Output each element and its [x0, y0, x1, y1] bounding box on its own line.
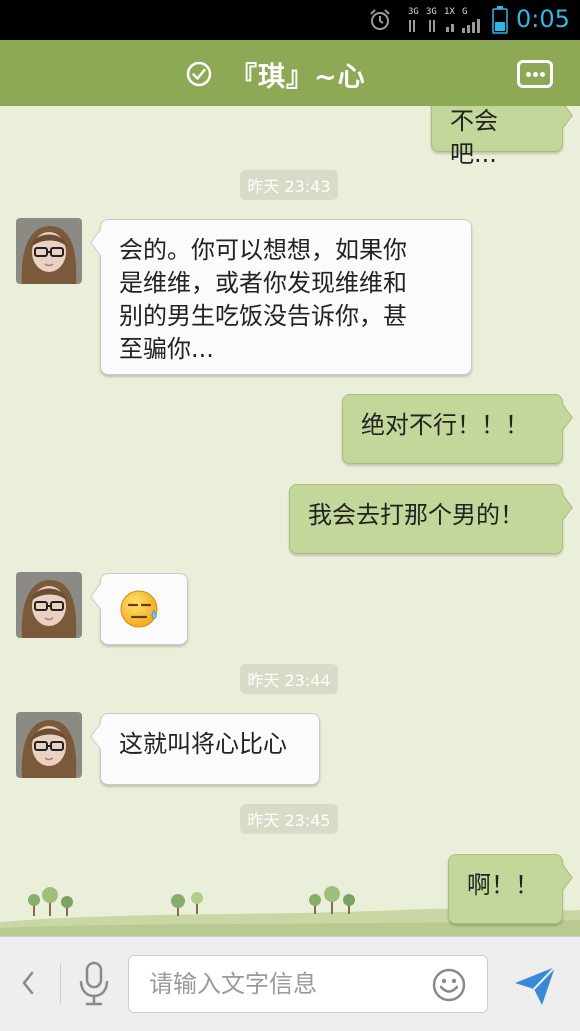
status-time: 0:05: [516, 5, 570, 33]
back-arrow-icon[interactable]: [16, 967, 40, 999]
alarm-icon: [370, 9, 390, 30]
signal-icon: 3G 3G 1X G: [406, 6, 486, 34]
message-outgoing[interactable]: 啊！！: [448, 854, 563, 924]
timestamp-text: 昨天 23:44: [247, 671, 331, 690]
send-icon[interactable]: [512, 963, 558, 1009]
contact-avatar-image: [16, 712, 82, 778]
page-title: 『琪』~心: [230, 61, 366, 93]
message-outgoing[interactable]: 绝对不行！！！: [342, 394, 563, 464]
message-text: 这就叫将心比心: [119, 730, 287, 758]
timestamp: 昨天 23:43: [240, 170, 338, 200]
message-text: 我会去打那个男的！: [308, 501, 524, 529]
contact-avatar-image: [16, 572, 82, 638]
input-bar: [0, 936, 580, 1031]
microphone-icon[interactable]: [76, 961, 112, 1007]
timestamp-text: 昨天 23:45: [247, 811, 331, 830]
chat-title[interactable]: 『琪』~心: [186, 58, 366, 93]
message-outgoing[interactable]: 不会吧...: [431, 106, 563, 168]
avatar[interactable]: [16, 712, 82, 778]
more-icon[interactable]: [517, 60, 553, 88]
contact-avatar-image: [16, 218, 82, 284]
title-bar: 『琪』~心: [0, 40, 580, 112]
message-incoming[interactable]: [100, 573, 188, 645]
message-incoming[interactable]: 会的。你可以想想，如果你 是维维，或者你发现维维和 别的男生吃饭没告诉你，甚 至…: [100, 219, 472, 375]
message-incoming[interactable]: 这就叫将心比心: [100, 713, 320, 785]
divider: [60, 963, 61, 1003]
network-label: 3G: [408, 7, 419, 17]
message-text-line: 别的男生吃饭没告诉你，甚: [119, 302, 407, 330]
message-text-line: 是维维，或者你发现维维和: [119, 269, 407, 297]
timestamp-text: 昨天 23:43: [247, 177, 331, 196]
network-label: 1X: [444, 7, 455, 17]
network-label: 3G: [426, 7, 437, 17]
message-text: 不会吧...: [450, 107, 498, 168]
timestamp: 昨天 23:45: [240, 804, 338, 834]
message-text: 啊！！: [467, 871, 539, 899]
verified-check-icon: [186, 61, 212, 87]
message-text-line: 至骗你...: [119, 335, 214, 363]
network-label: G: [462, 7, 468, 17]
smiley-icon[interactable]: [432, 968, 466, 1002]
message-outgoing[interactable]: 我会去打那个男的！: [289, 484, 563, 554]
sweat-unamused-emoji: [120, 590, 158, 628]
chat-area[interactable]: 不会吧... 昨天 23:43 会的。你可以想想，如果你 是维维，或者你发现维维…: [0, 106, 580, 936]
message-text: 绝对不行！！！: [361, 411, 529, 439]
status-bar: 3G 3G 1X G 0:05: [0, 0, 580, 40]
battery-icon: [492, 6, 508, 34]
timestamp: 昨天 23:44: [240, 664, 338, 694]
avatar[interactable]: [16, 572, 82, 638]
avatar[interactable]: [16, 218, 82, 284]
message-text-line: 会的。你可以想想，如果你: [119, 236, 407, 264]
